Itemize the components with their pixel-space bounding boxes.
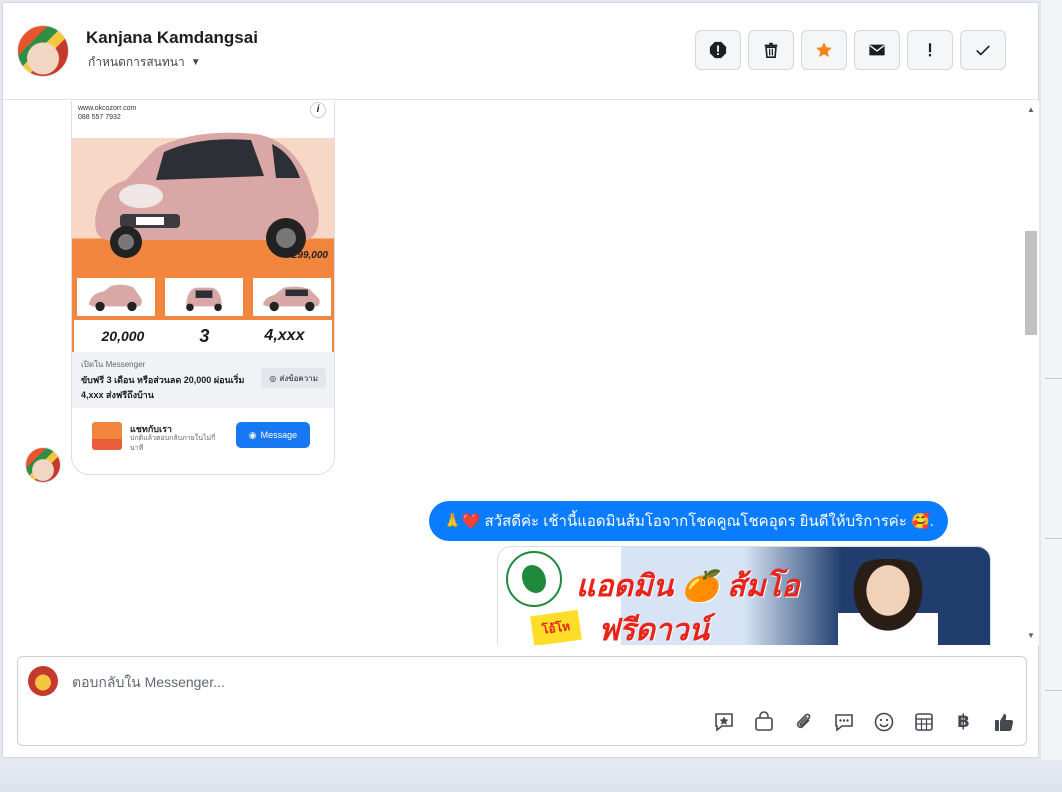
ad-caption: เปิดใน Messenger ขับฟรี 3 เดือน หรือส่วน…: [72, 352, 334, 408]
ad-image: www.okcozorr.com088 557 7932 i 299,000: [72, 101, 334, 352]
quick-reply-button[interactable]: [831, 709, 856, 734]
ad-promo-row: 20,000 3 4,xxx: [74, 320, 332, 352]
page-avatar: [28, 666, 58, 696]
follow-up-button[interactable]: [907, 30, 953, 70]
promo-free-months: 3: [199, 325, 210, 346]
banner-line1: แอดมิน 🍊 ส้มโอ: [576, 570, 800, 603]
attachment-icon: [796, 713, 810, 728]
banner-line2: ฟรีดาวน์: [598, 614, 710, 645]
promo-down-payment: 20,000: [101, 328, 145, 344]
saved-reply-button[interactable]: [711, 709, 736, 734]
outgoing-message[interactable]: 🙏❤️ สวัสดีค่ะ เช้านี้แอดมินส้มโอจากโชคคู…: [429, 501, 948, 541]
messenger-icon: ◉: [248, 429, 257, 440]
contact-avatar[interactable]: [17, 25, 69, 77]
message-button[interactable]: ◉ Message: [236, 422, 310, 448]
outgoing-image-banner[interactable]: แอดมิน 🍊 ส้มโอ โอ้โห ฟรีดาวน์: [497, 546, 991, 645]
composer-toolbar: ฿: [711, 709, 1016, 734]
shop-bag-icon: [754, 710, 773, 731]
car-image: [95, 132, 319, 258]
ad-mini-thumbnail: [92, 422, 122, 450]
appointment-icon: [914, 712, 933, 731]
payment-button[interactable]: ฿: [951, 709, 976, 734]
message-button-label: Message: [260, 430, 298, 440]
appointment-button[interactable]: [911, 709, 936, 734]
conversation-panel: Kanjana Kamdangsai กำหนดการสนทนา ▼ www.o…: [2, 2, 1040, 758]
alert-octagon-icon: [709, 41, 727, 59]
page-scrollbar[interactable]: [1040, 0, 1062, 760]
promo-installment: 4,xxx: [264, 327, 305, 344]
attach-button[interactable]: [791, 709, 816, 734]
conversation-header: Kanjana Kamdangsai กำหนดการสนทนา ▼: [3, 3, 1040, 100]
banner-burst: โอ้โห: [530, 609, 582, 645]
mark-unread-button[interactable]: [854, 30, 900, 70]
dealer-logo: [506, 551, 562, 607]
assign-label: กำหนดการสนทนา: [88, 55, 185, 69]
send-message-label: ส่งข้อความ: [279, 373, 318, 383]
page-background-strip: [0, 760, 1062, 792]
car-thumbnail: [77, 278, 155, 316]
ad-description: ขับฟรี 3 เดือน หรือส่วนลด 20,000 ผ่อนเริ…: [81, 375, 245, 400]
scroll-marker: [1045, 538, 1062, 539]
delete-button[interactable]: [748, 30, 794, 70]
scroll-marker: [1045, 690, 1062, 691]
ad-thumbnails: [77, 278, 331, 316]
baht-payment-icon: ฿: [957, 711, 970, 731]
message-thread[interactable]: www.okcozorr.com088 557 7932 i 299,000: [3, 101, 1023, 645]
conversation-actions: [695, 30, 1006, 70]
reply-input[interactable]: [72, 671, 672, 693]
chat-with-us-subtitle: ปกติแล้วตอบกลับภายในไม่กี่นาที: [130, 435, 216, 452]
ad-price: 299,000: [291, 250, 328, 261]
info-icon[interactable]: i: [310, 102, 326, 118]
thread-scrollbar[interactable]: ▲ ▼: [1023, 101, 1039, 645]
car-thumbnail: [165, 278, 243, 316]
scrollbar-thumb[interactable]: [1025, 231, 1037, 335]
envelope-icon: [869, 44, 885, 56]
mark-done-button[interactable]: [960, 30, 1006, 70]
ad-message-card[interactable]: www.okcozorr.com088 557 7932 i 299,000: [71, 101, 335, 475]
ad-footer: แชทกับเรา ปกติแล้วตอบกลับภายในไม่กี่นาที…: [72, 408, 334, 474]
chat-bubble-icon: [834, 713, 853, 732]
scroll-marker: [1045, 378, 1062, 379]
like-icon: [994, 713, 1013, 731]
send-message-chip[interactable]: ◎ ส่งข้อความ: [261, 368, 326, 388]
like-button[interactable]: [991, 709, 1016, 734]
assign-conversation-dropdown[interactable]: กำหนดการสนทนา ▼: [88, 53, 201, 72]
star-icon: [816, 42, 832, 58]
check-icon: [976, 45, 990, 56]
scroll-up-arrow-icon[interactable]: ▲: [1027, 105, 1035, 114]
shop-button[interactable]: [751, 709, 776, 734]
exclamation-icon: [928, 43, 932, 57]
contact-name[interactable]: Kanjana Kamdangsai: [86, 28, 258, 48]
trash-icon: [764, 42, 778, 59]
sender-avatar[interactable]: [25, 447, 61, 483]
scroll-down-arrow-icon[interactable]: ▼: [1027, 631, 1035, 640]
caret-down-icon: ▼: [190, 57, 201, 68]
mark-spam-button[interactable]: [695, 30, 741, 70]
messenger-icon: ◎: [269, 373, 277, 383]
star-button[interactable]: [801, 30, 847, 70]
emoji-icon: [874, 712, 893, 731]
car-thumbnail: [253, 278, 331, 316]
admin-photo: [838, 559, 938, 645]
emoji-button[interactable]: [871, 709, 896, 734]
saved-reply-icon: [714, 712, 733, 732]
reply-composer: ฿: [17, 656, 1027, 746]
